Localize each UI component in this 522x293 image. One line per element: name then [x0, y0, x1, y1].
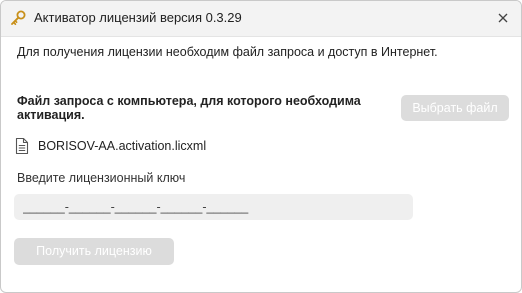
license-activator-window: Активатор лицензий версия 0.3.29 Для пол…: [0, 0, 522, 293]
license-key-label: Введите лицензионный ключ: [17, 171, 186, 185]
title-bar: Активатор лицензий версия 0.3.29: [1, 1, 521, 37]
select-file-button[interactable]: Выбрать файл: [401, 95, 509, 121]
get-license-button[interactable]: Получить лицензию: [14, 238, 174, 265]
window-title: Активатор лицензий версия 0.3.29: [34, 10, 242, 25]
license-key-input[interactable]: [14, 194, 413, 220]
file-request-label: Файл запроса с компьютера, для которого …: [17, 94, 361, 122]
info-text: Для получения лицензии необходим файл за…: [17, 45, 438, 59]
close-icon[interactable]: [495, 10, 511, 26]
selected-file-name: BORISOV-AA.activation.licxml: [38, 139, 207, 153]
document-icon: [15, 137, 29, 155]
key-icon: [11, 10, 26, 26]
